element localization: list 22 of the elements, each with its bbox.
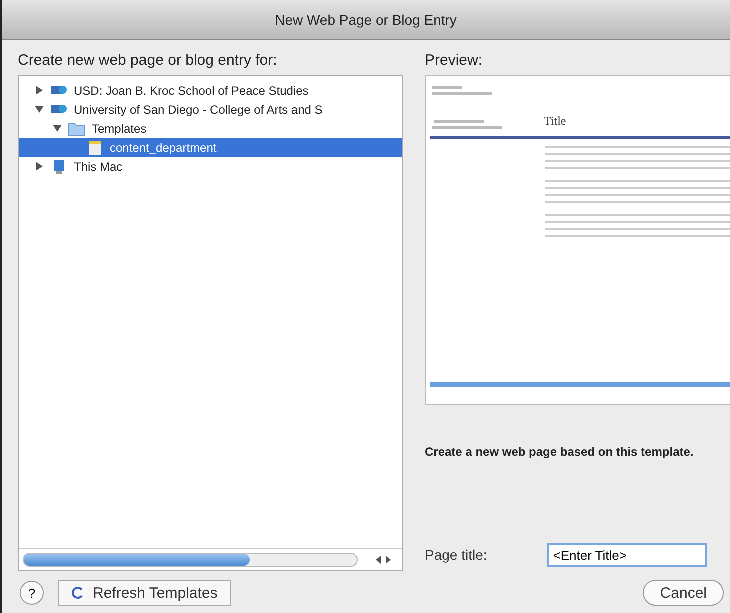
collapsed-triangle-icon[interactable] (35, 162, 44, 171)
tree-item[interactable]: Templates (19, 119, 402, 138)
tree-item[interactable]: University of San Diego - College of Arts and S (19, 100, 402, 119)
refresh-icon (71, 586, 85, 600)
expanded-triangle-icon[interactable] (35, 105, 44, 114)
template-description: Create a new web page based on this template. (425, 445, 695, 459)
horizontal-scrollbar[interactable] (23, 552, 358, 566)
tree-item[interactable]: This Mac (19, 157, 402, 176)
tree-label: Create new web page or blog entry for: (18, 52, 278, 69)
window-title: New Web Page or Blog Entry (275, 12, 457, 28)
preview-title: Title (544, 114, 566, 129)
cancel-button[interactable]: Cancel (643, 580, 724, 606)
help-button[interactable]: ? (20, 581, 44, 605)
tree-item[interactable]: content_department (19, 138, 402, 157)
preview-label: Preview: (425, 52, 484, 69)
document-icon (86, 140, 104, 156)
collapsed-triangle-icon[interactable] (35, 86, 44, 95)
expanded-triangle-icon[interactable] (53, 124, 62, 133)
tree-item[interactable]: USD: Joan B. Kroc School of Peace Studies (19, 81, 402, 100)
page-title-field[interactable]: <Enter Title> (547, 543, 708, 567)
page-title-label: Page title: (425, 547, 488, 563)
refresh-templates-button[interactable]: Refresh Templates (58, 580, 231, 606)
